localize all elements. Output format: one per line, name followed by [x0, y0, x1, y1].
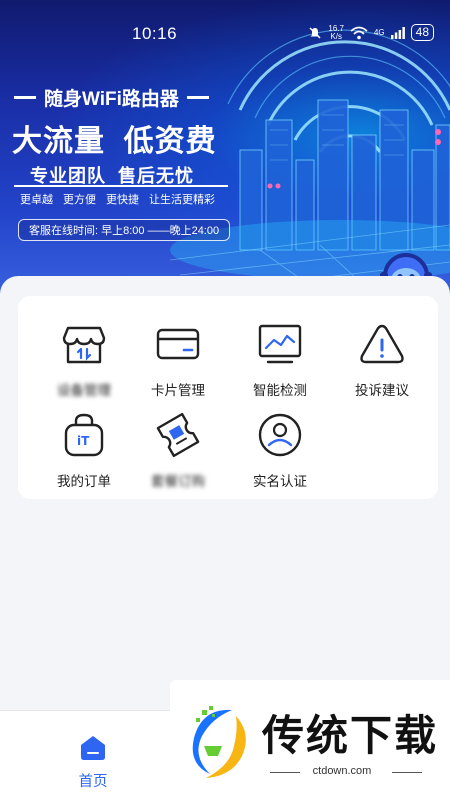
wifi-icon	[350, 26, 368, 39]
menu-item-device[interactable]: 设备管理	[34, 318, 134, 398]
svg-text:iT: iT	[77, 434, 90, 448]
menu-label: 卡片管理	[151, 383, 205, 398]
menu-item-complaint[interactable]: 投诉建议	[332, 318, 432, 398]
network-speed: 16.7 K/s	[328, 23, 344, 41]
menu-label: 设备管理	[57, 383, 111, 398]
content-area: 设备管理 卡片管理 智能检测 投诉建议 iT 我的订单 套餐订购 实名认证	[0, 276, 450, 710]
ctdown-logo	[192, 706, 246, 778]
user-verify-icon	[258, 413, 302, 457]
banner-headline-2: 大流量 低资费	[12, 125, 217, 158]
banner-headline-1: 随身WiFi路由器	[14, 84, 209, 111]
tab-home-label: 首页	[78, 774, 108, 790]
menu-card: 设备管理 卡片管理 智能检测 投诉建议 iT 我的订单 套餐订购 实名认证	[18, 296, 438, 499]
menu-label: 智能检测	[253, 383, 307, 398]
status-time: 10:16	[132, 24, 178, 43]
feature-text: 更快捷	[106, 194, 139, 206]
battery-indicator: 48	[410, 24, 434, 41]
monitor-chart-icon	[258, 324, 302, 364]
network-type: 4G	[373, 28, 385, 37]
menu-item-my-orders[interactable]: iT 我的订单	[34, 409, 134, 489]
site-watermark: 传统下载 ctdown.com	[170, 680, 450, 800]
feature-text: 更卓越	[20, 194, 53, 206]
headline-dash-left	[14, 96, 36, 99]
menu-item-smart-detect[interactable]: 智能检测	[230, 318, 330, 398]
card-icon	[156, 328, 200, 360]
menu-item-realname-auth[interactable]: 实名认证	[230, 409, 330, 489]
status-icons: 16.7 K/s 4G 48	[308, 24, 434, 41]
store-icon	[62, 326, 106, 364]
signal-icon	[390, 26, 405, 39]
mute-icon	[309, 26, 321, 39]
watermark-line-right	[392, 772, 422, 773]
banner-features: 更卓越 更方便 更快捷 让生活更精彩	[20, 191, 215, 207]
status-bar: 10:16 16.7 K/s 4G 48	[0, 0, 450, 66]
menu-label: 我的订单	[57, 474, 111, 489]
headline-dash-right	[186, 96, 209, 99]
menu-label: 实名认证	[253, 474, 307, 489]
watermark-title: 传统下载	[262, 711, 439, 760]
ticket-icon	[156, 412, 200, 458]
menu-item-package[interactable]: 套餐订购	[128, 409, 228, 489]
banner-divider	[14, 185, 228, 187]
menu-label: 投诉建议	[355, 383, 409, 398]
menu-item-card-management[interactable]: 卡片管理	[128, 318, 228, 398]
menu-label: 套餐订购	[151, 474, 205, 489]
tab-home[interactable]: 首页	[68, 733, 118, 791]
feature-text: 让生活更精彩	[149, 194, 215, 206]
watermark-url: ctdown.com	[312, 765, 372, 777]
service-hours-badge: 客服在线时间: 早上8:00 ——晚上24:00	[18, 219, 231, 241]
feature-text: 更方便	[63, 194, 96, 206]
warning-icon	[360, 324, 404, 364]
order-bag-icon: iT	[64, 413, 104, 457]
home-icon	[81, 736, 105, 760]
